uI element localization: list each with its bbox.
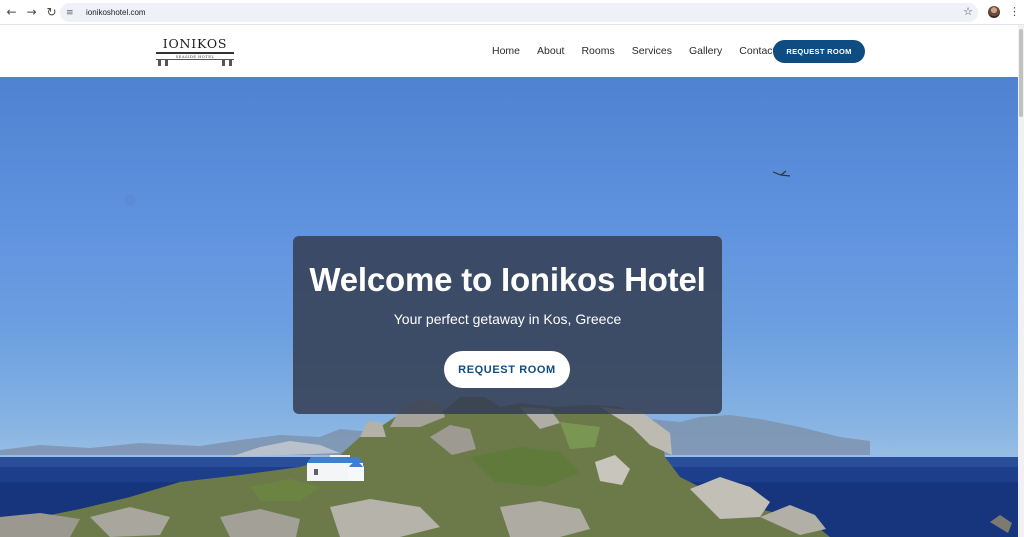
page-scrollbar[interactable] [1018,25,1024,537]
nav-link-services[interactable]: Services [632,45,672,57]
hero-title: Welcome to Ionikos Hotel [309,261,706,298]
main-nav: Home About Rooms Services Gallery Contac… [492,25,792,77]
tune-icon[interactable]: ≡ [66,8,80,18]
browser-toolbar: ← → ↻ ≡ ionikoshotel.com ☆ ⋮ [0,0,1024,25]
nav-link-contact[interactable]: Contact [739,45,775,57]
page-viewport: IONIKOS SEASIDE HOTEL Home About Rooms S… [0,25,1018,537]
arrow-left-icon[interactable]: ← [2,3,21,22]
star-icon[interactable]: ☆ [963,5,973,18]
scrollbar-thumb[interactable] [1019,29,1023,117]
request-room-button[interactable]: REQUEST ROOM [773,40,865,63]
profile-avatar[interactable] [988,6,1000,18]
logo-column [165,59,168,66]
arrow-right-icon[interactable]: → [22,3,41,22]
logo-column [222,59,225,66]
nav-link-gallery[interactable]: Gallery [689,45,722,57]
url-text[interactable]: ionikoshotel.com [86,8,146,17]
logo-column [229,59,232,66]
logo-column [158,59,161,66]
nav-link-about[interactable]: About [537,45,564,57]
hero-panel: Welcome to Ionikos Hotel Your perfect ge… [293,236,722,414]
hero-request-room-button[interactable]: REQUEST ROOM [444,351,570,388]
nav-link-home[interactable]: Home [492,45,520,57]
hotel-logo[interactable]: IONIKOS SEASIDE HOTEL [156,37,234,67]
hero-section: Welcome to Ionikos Hotel Your perfect ge… [0,77,1018,537]
hero-subtitle: Your perfect getaway in Kos, Greece [393,311,622,327]
address-bar[interactable]: ≡ ionikoshotel.com ☆ [60,3,978,22]
logo-name: IONIKOS [162,36,228,51]
kebab-menu-icon[interactable]: ⋮ [1009,4,1020,20]
site-header: IONIKOS SEASIDE HOTEL Home About Rooms S… [0,25,1018,77]
nav-link-rooms[interactable]: Rooms [581,45,614,57]
reload-icon[interactable]: ↻ [42,3,61,22]
